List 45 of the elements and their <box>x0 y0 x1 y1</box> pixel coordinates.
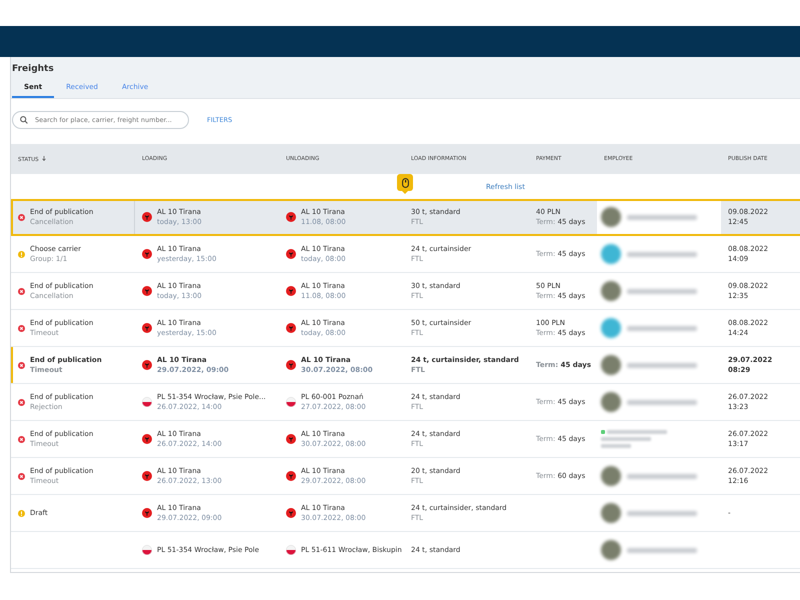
blurred-name-bar <box>607 430 667 434</box>
warning-icon <box>18 250 25 258</box>
albania-flag-icon <box>286 434 296 444</box>
mouse-icon <box>402 178 408 188</box>
poland-flag-icon <box>286 545 296 555</box>
albania-flag-icon <box>142 212 152 222</box>
albania-flag-icon <box>142 508 152 518</box>
error-icon <box>18 436 25 442</box>
blurred-name-bar <box>601 437 651 441</box>
blurred-name-bar <box>627 288 697 294</box>
albania-flag-icon <box>286 323 296 333</box>
error-icon <box>18 472 25 480</box>
albania-flag-icon <box>286 508 296 518</box>
blurred-name-bar <box>627 252 697 256</box>
warning-icon <box>18 510 25 516</box>
blurred-name-bar <box>627 548 697 552</box>
albania-flag-icon <box>142 360 152 370</box>
blurred-name-bar <box>627 362 697 368</box>
blurred-name-bar <box>627 214 697 220</box>
search-icon <box>20 116 28 124</box>
blurred-name-bar <box>627 474 697 478</box>
error-icon <box>18 288 25 294</box>
albania-flag-icon <box>286 212 296 222</box>
blurred-name-bar <box>601 444 631 448</box>
error-icon <box>18 398 25 406</box>
poland-flag-icon <box>142 545 152 555</box>
blurred-name-bar <box>627 326 697 330</box>
error-icon <box>18 362 25 368</box>
albania-flag-icon <box>142 434 152 444</box>
error-icon <box>18 324 25 332</box>
blurred-name-bar <box>627 400 697 404</box>
albania-flag-icon <box>142 471 152 481</box>
albania-flag-icon <box>286 471 296 481</box>
albania-flag-icon <box>142 323 152 333</box>
blurred-name-bar <box>627 510 697 516</box>
page-title: Freights <box>12 64 55 74</box>
poland-flag-icon <box>286 397 296 407</box>
albania-flag-icon <box>286 360 296 370</box>
albania-flag-icon <box>142 286 152 296</box>
error-icon <box>18 214 25 220</box>
poland-flag-icon <box>142 397 152 407</box>
albania-flag-icon <box>142 249 152 259</box>
sort-arrow-icon <box>42 156 46 160</box>
albania-flag-icon <box>286 286 296 296</box>
albania-flag-icon <box>286 249 296 259</box>
